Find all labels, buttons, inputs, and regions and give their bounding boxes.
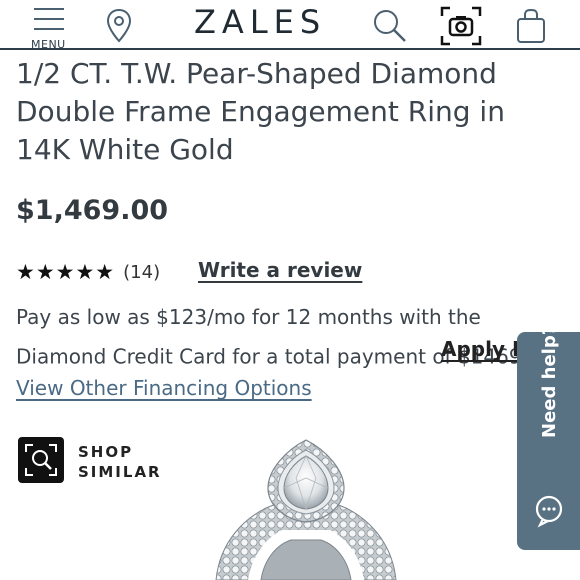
ring-image [215,439,397,580]
menu-label: MENU [31,38,66,51]
review-count: (14) [123,261,161,283]
star-rating-icon: ★★★★★ [16,260,116,284]
zales-logo[interactable]: ZALES [194,3,326,41]
shop-similar-line2: SIMILAR [78,463,162,481]
rating-row[interactable]: ★★★★★ (14) [16,258,160,286]
write-review-link[interactable]: Write a review [198,258,362,282]
shop-similar-line1: SHOP [78,443,134,461]
menu-button[interactable]: MENU [28,4,72,51]
visual-search-icon [18,437,64,483]
search-icon[interactable] [372,8,408,44]
apply-now-link[interactable]: Apply N [441,337,529,361]
camera-icon[interactable] [440,6,482,46]
shop-similar-button[interactable]: SHOP SIMILAR [18,437,178,487]
shop-similar-label: SHOP SIMILAR [78,442,162,482]
chat-bubble-icon [535,495,563,528]
product-price: $1,469.00 [16,195,169,226]
view-other-financing-link[interactable]: View Other Financing Options [16,376,312,400]
shopping-bag-icon[interactable] [515,8,547,44]
site-header: MENU ZALES [0,0,580,51]
need-help-label: Need help? [539,324,560,438]
product-image[interactable] [186,430,426,580]
product-title: 1/2 CT. T.W. Pear-Shaped Diamond Double … [16,57,505,166]
need-help-tab[interactable]: Need help? [517,325,580,550]
location-pin-icon[interactable] [106,8,132,44]
